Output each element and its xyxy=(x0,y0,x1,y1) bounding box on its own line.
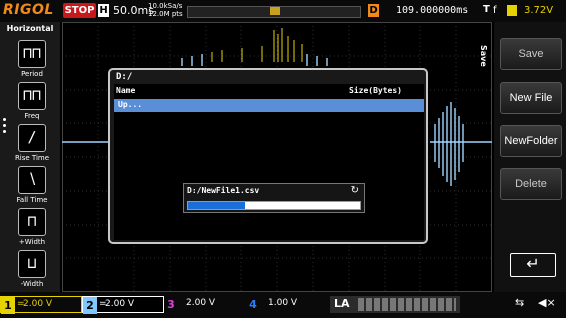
fall-time-icon: ∖ xyxy=(18,166,46,194)
measure-freq-button[interactable]: ⊓⊓ Freq xyxy=(8,82,56,120)
trigger-edge-icon: f xyxy=(493,5,497,16)
measure-period-button[interactable]: ⊓⊓ Period xyxy=(8,40,56,78)
trigger-source-badge xyxy=(507,5,517,16)
new-folder-button[interactable]: NewFolder xyxy=(500,125,562,157)
refresh-icon: ↻ xyxy=(350,185,359,196)
measure-fall-time-button[interactable]: ∖ Fall Time xyxy=(8,166,56,204)
measure-positive-width-button[interactable]: ⊓ +Width xyxy=(8,208,56,246)
save-menu-title: Save xyxy=(479,45,488,67)
channel-4-badge: 4 xyxy=(249,298,257,311)
current-directory-path: D:/ xyxy=(116,72,133,82)
file-list: Name Size(Bytes) Up... xyxy=(114,84,424,240)
logic-analyzer-indicator[interactable]: LA xyxy=(330,296,460,313)
memory-depth: 12.0M pts xyxy=(148,10,183,18)
measure-rise-time-button[interactable]: ∕ Rise Time xyxy=(8,124,56,162)
measure-fall-time-label: Fall Time xyxy=(16,196,48,204)
measure-menu-title: Horizontal xyxy=(6,24,54,33)
channel-1-waveform xyxy=(211,28,303,62)
channel-1-badge: 1 xyxy=(1,297,15,314)
channel-1-volts: 2.00 V xyxy=(23,299,53,309)
freq-icon: ⊓⊓ xyxy=(18,82,46,110)
trigger-level: 3.72V xyxy=(524,5,554,16)
logic-channel-cells xyxy=(358,298,456,311)
positive-width-icon: ⊓ xyxy=(18,208,46,236)
brand-logo: RIGOL xyxy=(3,2,54,18)
channel-2-badge: 2 xyxy=(83,297,97,314)
measure-period-label: Period xyxy=(21,70,43,78)
memory-window-marker xyxy=(270,7,280,15)
measure-positive-width-label: +Width xyxy=(18,238,46,246)
delete-button[interactable]: Delete xyxy=(500,168,562,200)
channel-3-scale[interactable]: 3 2.00 V xyxy=(164,296,246,313)
channel-1-scale[interactable]: 1 = 2.00 V xyxy=(0,296,82,314)
page-indicator-dot xyxy=(3,124,6,127)
page-indicator-dot xyxy=(3,118,6,121)
saving-filename: D:/NewFile1.csv xyxy=(187,186,260,195)
delay-badge: D xyxy=(368,4,379,17)
channel-2-volts: 2.00 V xyxy=(105,299,135,309)
save-progress-bar xyxy=(187,201,361,210)
page-indicator-dot xyxy=(3,130,6,133)
trigger-badge: T xyxy=(483,4,490,15)
measure-rise-time-label: Rise Time xyxy=(14,154,50,162)
channel-2-scale[interactable]: 2 = 2.00 V xyxy=(82,296,164,314)
up-directory-label: Up... xyxy=(118,100,143,109)
period-icon: ⊓⊓ xyxy=(18,40,46,68)
channel-3-volts: 2.00 V xyxy=(186,298,216,308)
sample-rate: 10.0kSa/s xyxy=(148,2,183,10)
file-browser-dialog: D:/ Name Size(Bytes) Up... xyxy=(108,68,428,244)
speaker-muted-icon: ◀× xyxy=(538,296,556,309)
rise-time-icon: ∕ xyxy=(18,124,46,152)
negative-width-icon: ⊔ xyxy=(18,250,46,278)
measure-negative-width-label: -Width xyxy=(20,280,44,288)
channel-4-scale[interactable]: 4 1.00 V xyxy=(246,296,328,313)
save-button[interactable]: Save xyxy=(500,38,562,70)
top-status-bar: RIGOL STOP H 50.0ms 10.0kSa/s 12.0M pts … xyxy=(0,0,566,22)
channel-4-volts: 1.00 V xyxy=(268,298,298,308)
enter-icon[interactable]: ↵ xyxy=(510,253,556,277)
horizontal-delay: 109.000000ms xyxy=(396,5,469,16)
file-list-row-up[interactable]: Up... xyxy=(114,99,424,112)
save-progress-popup: D:/NewFile1.csv ↻ xyxy=(183,183,365,213)
sample-rate-info: 10.0kSa/s 12.0M pts xyxy=(148,2,183,18)
measure-negative-width-button[interactable]: ⊔ -Width xyxy=(8,250,56,288)
horizontal-badge: H xyxy=(98,4,109,17)
new-file-button[interactable]: New File xyxy=(500,82,562,114)
save-progress-fill xyxy=(188,202,245,209)
column-header-name: Name xyxy=(116,86,136,95)
usb-icon: ⇆ xyxy=(515,296,525,309)
file-list-header: Name Size(Bytes) xyxy=(114,86,424,98)
column-header-size: Size(Bytes) xyxy=(349,86,402,95)
logic-analyzer-label: LA xyxy=(334,297,350,310)
channel-3-badge: 3 xyxy=(167,298,175,311)
run-status-badge[interactable]: STOP xyxy=(63,3,96,18)
measure-freq-label: Freq xyxy=(24,112,40,120)
